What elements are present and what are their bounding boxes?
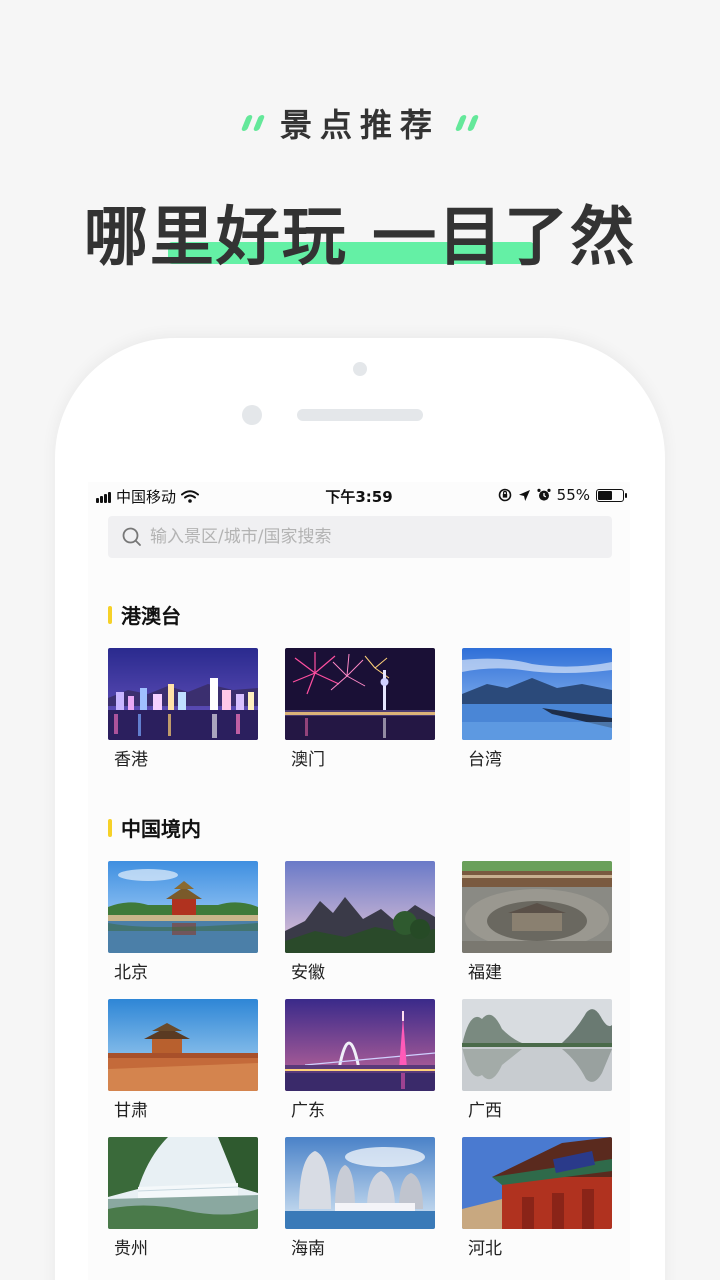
destination-label: 北京 <box>114 963 148 983</box>
section-bar <box>108 818 112 837</box>
destination-label: 广东 <box>291 1101 325 1121</box>
hainan-towers-image <box>285 1137 435 1229</box>
waterfall-image <box>108 1137 258 1229</box>
phone-screen: 中国移动 下午3:59 55% 输入景区/城市/国家搜索 港澳台 香港 澳门 台… <box>88 482 630 1280</box>
search-input[interactable] <box>150 527 590 547</box>
destination-card-taiwan[interactable]: 台湾 <box>462 648 612 786</box>
macau-fireworks-image <box>285 648 435 740</box>
tulou-roundhouse-image <box>462 861 612 953</box>
battery-percent: 55% <box>556 486 590 504</box>
forbidden-city-tower-image <box>108 861 258 953</box>
hong-kong-skyline-image <box>108 648 258 740</box>
section-title-text: 港澳台 <box>121 604 181 628</box>
slash-decoration-left <box>240 115 266 131</box>
guilin-karst-river-image <box>462 999 612 1091</box>
canton-tower-image <box>285 999 435 1091</box>
destination-card-anhui[interactable]: 安徽 <box>285 861 435 999</box>
destination-label: 香港 <box>114 750 148 770</box>
status-bar: 中国移动 下午3:59 55% <box>88 482 630 508</box>
alarm-icon <box>537 488 551 501</box>
phone-speaker <box>297 409 423 421</box>
phone-camera <box>353 362 367 376</box>
promo-subtitle: 景点推荐 <box>279 106 440 144</box>
destination-card-beijing[interactable]: 北京 <box>108 861 258 999</box>
battery-fill <box>598 490 613 500</box>
section-title-hk-macau-taiwan: 港澳台 <box>108 600 181 629</box>
destination-card-guizhou[interactable]: 贵州 <box>108 1137 258 1275</box>
destination-label: 广西 <box>468 1101 502 1121</box>
promo-title-wrap: 哪里好玩 一目了然 <box>0 186 720 278</box>
promo-subtitle-row: 景点推荐 <box>0 100 720 146</box>
rotation-lock-icon <box>498 488 511 502</box>
taiwan-lake-image <box>462 648 612 740</box>
search-icon <box>122 527 141 546</box>
location-arrow-icon <box>518 489 530 501</box>
destination-label: 台湾 <box>468 750 502 770</box>
destination-label: 福建 <box>468 963 502 983</box>
search-bar[interactable] <box>108 516 612 558</box>
destination-card-hainan[interactable]: 海南 <box>285 1137 435 1275</box>
battery-icon <box>596 488 627 502</box>
destination-card-macau[interactable]: 澳门 <box>285 648 435 786</box>
phone-sensor <box>242 405 262 425</box>
destination-card-guangxi[interactable]: 广西 <box>462 999 612 1137</box>
destination-label: 安徽 <box>291 963 325 983</box>
temple-gate-image <box>462 1137 612 1229</box>
destination-grid-hk-macau-taiwan: 香港 澳门 台湾 <box>108 648 612 786</box>
section-bar <box>108 605 112 624</box>
destination-label: 海南 <box>291 1239 325 1259</box>
destination-label: 澳门 <box>291 750 325 770</box>
huangshan-mountains-image <box>285 861 435 953</box>
destination-card-gansu[interactable]: 甘肃 <box>108 999 258 1137</box>
destination-card-hong-kong[interactable]: 香港 <box>108 648 258 786</box>
destination-card-guangdong[interactable]: 广东 <box>285 999 435 1137</box>
promo-title: 哪里好玩 一目了然 <box>83 201 637 275</box>
section-title-text: 中国境内 <box>121 817 201 841</box>
destination-card-fujian[interactable]: 福建 <box>462 861 612 999</box>
jiayuguan-fort-image <box>108 999 258 1091</box>
destination-label: 甘肃 <box>114 1101 148 1121</box>
section-title-mainland-china: 中国境内 <box>108 813 201 842</box>
destination-label: 贵州 <box>114 1239 148 1259</box>
destination-grid-mainland-china: 北京 安徽 福建 甘肃 广东 广西 贵州 海南 河北 <box>108 861 612 1275</box>
slash-decoration-right <box>454 115 480 131</box>
destination-card-hebei[interactable]: 河北 <box>462 1137 612 1275</box>
destination-label: 河北 <box>468 1239 502 1259</box>
